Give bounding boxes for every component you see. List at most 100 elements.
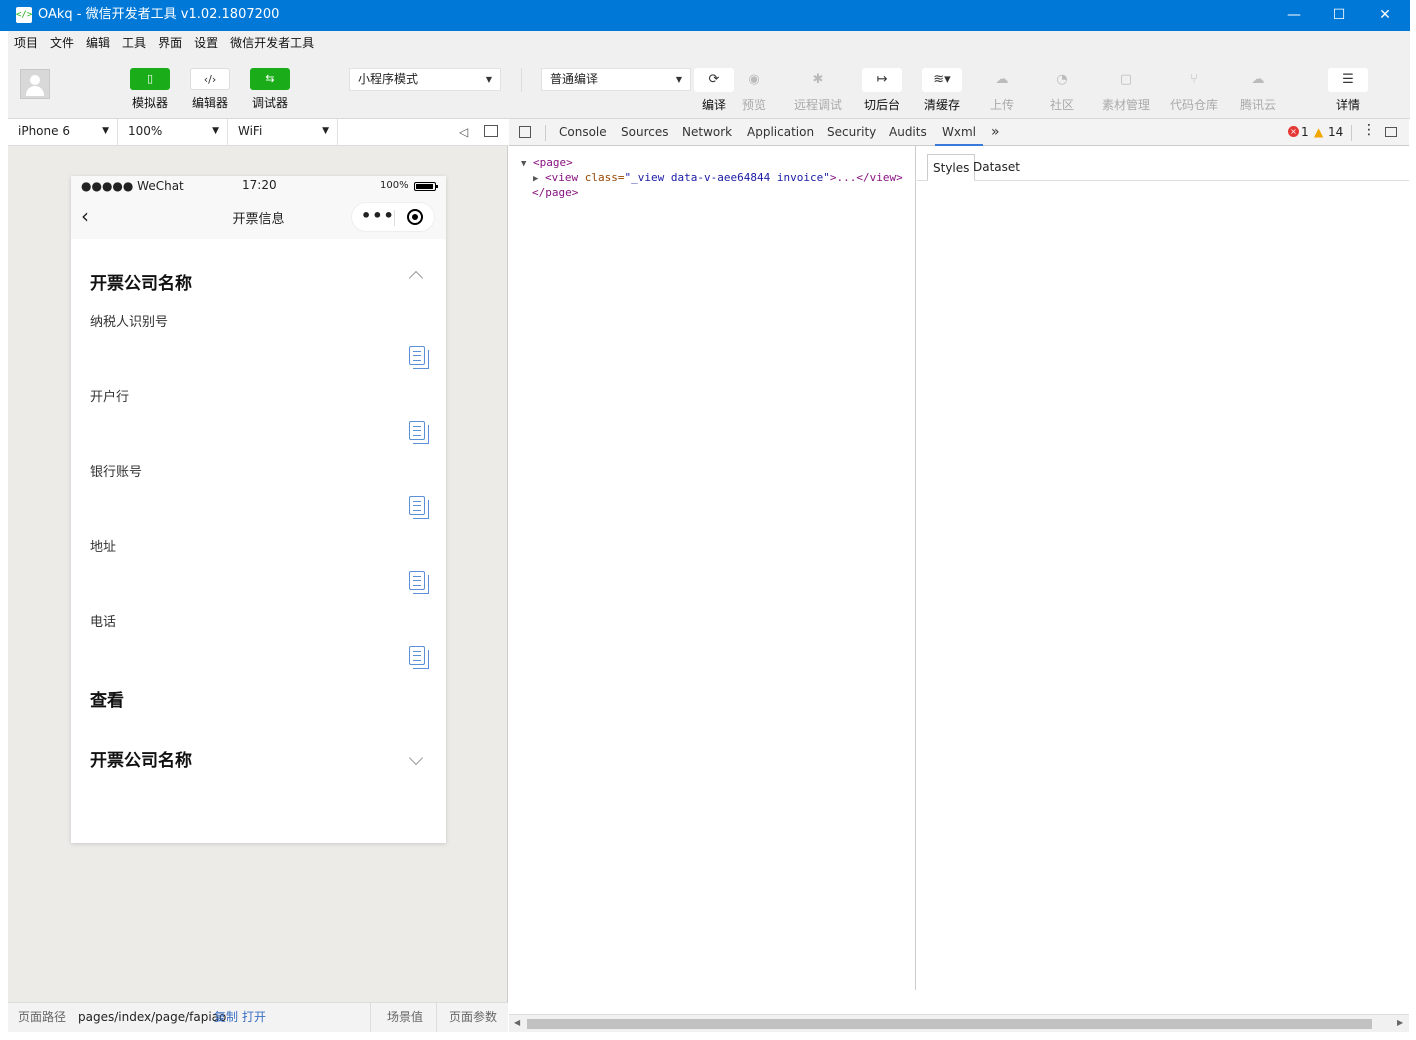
tree-node-view[interactable]: ▶ <view class="_view data-v-aee64844 inv…	[533, 171, 903, 184]
swap-icon: ⇆	[250, 68, 290, 90]
mode-select-value: 小程序模式	[358, 72, 419, 86]
chevron-down-icon[interactable]	[408, 750, 424, 766]
preview-button[interactable]: ◉ 预览	[726, 68, 782, 113]
triangle-down-icon[interactable]: ▼	[521, 159, 526, 169]
wxml-tree: ▼ <page> ▶ <view class="_view data-v-aee…	[509, 146, 916, 990]
scroll-right-icon[interactable]: ▶	[1397, 1018, 1403, 1027]
attr-name: class=	[584, 171, 625, 184]
caret-down-icon: ▼	[675, 75, 682, 84]
toolbar-divider	[521, 68, 522, 92]
details-button[interactable]: ☰ 详情	[1320, 68, 1376, 113]
horizontal-scrollbar[interactable]: ◀ ▶	[509, 1014, 1409, 1032]
upload-button[interactable]: ☁ 上传	[974, 68, 1030, 113]
menu-file[interactable]: 文件	[44, 31, 80, 55]
styles-pane: Styles Dataset	[917, 146, 1409, 990]
document-icon[interactable]	[409, 571, 429, 594]
background-button[interactable]: ↦ 切后台	[854, 68, 910, 113]
editor-label: 编辑器	[191, 96, 228, 110]
tab-dataset[interactable]: Dataset	[968, 154, 1025, 181]
phone-nav-bar: ‹ 开票信息 •••	[71, 196, 446, 239]
page-params-button[interactable]: 页面参数	[449, 1003, 497, 1032]
more-tabs-icon[interactable]: »	[991, 119, 1000, 146]
tree-node-page[interactable]: ▼ <page>	[521, 156, 573, 169]
device-select-value: iPhone 6	[18, 124, 70, 138]
menu-wechat-devtools[interactable]: 微信开发者工具	[224, 31, 320, 55]
network-select[interactable]: WiFi ▼	[228, 119, 338, 146]
chat-bubble-icon: ◔	[1056, 72, 1068, 87]
scene-button[interactable]: 场景值	[387, 1003, 423, 1032]
popout-icon[interactable]	[484, 125, 498, 137]
debugger-button[interactable]: ⇆ 调试器	[250, 68, 290, 111]
maximize-button[interactable]: ☐	[1316, 0, 1362, 31]
more-dots-icon[interactable]: •••	[361, 206, 395, 225]
section-title-company[interactable]: 开票公司名称	[90, 269, 192, 294]
inspect-element-icon[interactable]	[519, 126, 531, 138]
menu-settings[interactable]: 设置	[188, 31, 224, 55]
repo-label: 代码仓库	[1169, 98, 1218, 112]
scrollbar-thumb[interactable]	[527, 1019, 1372, 1029]
upload-label: 上传	[989, 98, 1014, 112]
menu-tools[interactable]: 工具	[116, 31, 152, 55]
editor-button[interactable]: ‹/› 编辑器	[190, 68, 230, 111]
community-button[interactable]: ◔ 社区	[1034, 68, 1090, 113]
error-count[interactable]: 1	[1301, 119, 1309, 146]
document-icon[interactable]	[409, 346, 429, 369]
document-icon[interactable]	[409, 496, 429, 519]
devtools-tabbar: Console Sources Network Application Secu…	[509, 119, 1409, 146]
document-icon[interactable]	[409, 646, 429, 669]
kebab-menu-icon[interactable]: ⋮	[1362, 122, 1376, 138]
page-close-tag: </page>	[532, 186, 579, 199]
simulator-panel: iPhone 6 ▼ 100% ▼ WiFi ▼ ◁ ●●●●● WeChat …	[8, 119, 508, 1032]
tab-wxml[interactable]: Wxml	[935, 119, 983, 146]
zoom-select[interactable]: 100% ▼	[118, 119, 228, 146]
cloud-upload-icon: ☁	[995, 72, 1009, 87]
minimize-button[interactable]: —	[1271, 0, 1317, 31]
tab-security[interactable]: Security	[827, 119, 876, 146]
document-icon[interactable]	[409, 421, 429, 444]
devtools-panel: Console Sources Network Application Secu…	[509, 119, 1409, 1032]
tencent-cloud-button[interactable]: ☁ 腾讯云	[1230, 68, 1286, 113]
bug-icon: ✱	[812, 72, 824, 87]
volume-icon[interactable]: ◁	[459, 125, 468, 139]
section-title-company-2[interactable]: 开票公司名称	[90, 746, 192, 771]
network-select-value: WiFi	[238, 124, 263, 138]
view-link[interactable]: 查看	[90, 686, 124, 711]
phone-status-bar: ●●●●● WeChat 17:20 100%	[71, 176, 446, 196]
tab-audits[interactable]: Audits	[889, 119, 927, 146]
close-button[interactable]: ✕	[1362, 0, 1408, 31]
mode-select[interactable]: 小程序模式 ▼	[349, 68, 501, 91]
scroll-left-icon[interactable]: ◀	[514, 1018, 520, 1027]
assets-button[interactable]: ▢ 素材管理	[1098, 68, 1154, 113]
tab-application[interactable]: Application	[747, 119, 814, 146]
menu-edit[interactable]: 编辑	[80, 31, 116, 55]
compile-select[interactable]: 普通编译 ▼	[541, 68, 691, 91]
remote-debug-button[interactable]: ✱ 远程调试	[790, 68, 846, 113]
copy-link[interactable]: 复制	[214, 1003, 238, 1032]
tab-divider	[1351, 125, 1352, 141]
clear-cache-button[interactable]: ≋▾ 清缓存	[914, 68, 970, 113]
simulator-button[interactable]: ▯ 模拟器	[130, 68, 170, 111]
chevron-up-icon[interactable]	[408, 270, 424, 286]
menu-view[interactable]: 界面	[152, 31, 188, 55]
avatar[interactable]	[20, 69, 50, 99]
tree-node-page-close: </page>	[532, 186, 578, 199]
warning-count[interactable]: 14	[1328, 119, 1343, 146]
dock-icon[interactable]	[1385, 127, 1397, 137]
field-label-tax-id: 纳税人识别号	[90, 315, 169, 330]
tab-console[interactable]: Console	[559, 119, 607, 146]
menu-project[interactable]: 项目	[8, 31, 44, 55]
device-select[interactable]: iPhone 6 ▼	[8, 119, 118, 146]
path-label: 页面路径	[18, 1010, 67, 1024]
app-logo-icon: </>	[16, 7, 32, 23]
tab-network[interactable]: Network	[682, 119, 732, 146]
battery-percent: 100%	[380, 180, 409, 191]
tab-divider	[545, 125, 546, 141]
tab-sources[interactable]: Sources	[621, 119, 668, 146]
triangle-right-icon[interactable]: ▶	[533, 174, 538, 184]
open-link[interactable]: 打开	[242, 1003, 266, 1032]
repo-button[interactable]: ⑂ 代码仓库	[1166, 68, 1222, 113]
close-target-icon[interactable]	[407, 209, 423, 225]
background-label: 切后台	[863, 98, 900, 112]
image-icon: ▢	[1119, 72, 1133, 87]
path-divider	[370, 1003, 371, 1032]
